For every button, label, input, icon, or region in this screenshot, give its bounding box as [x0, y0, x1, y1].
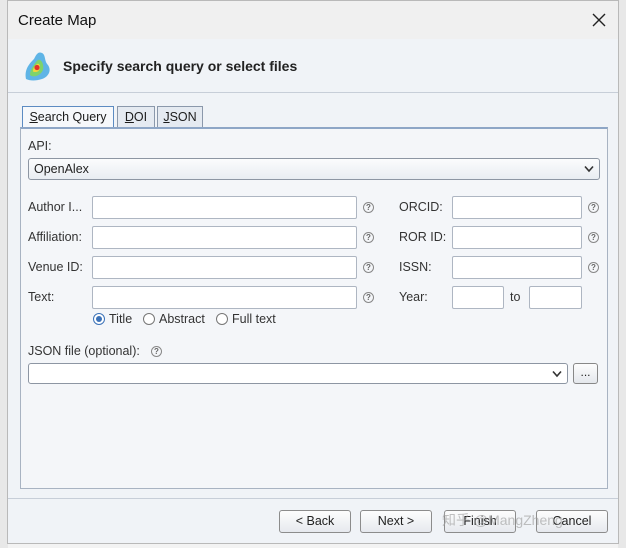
radio-abstract-label: Abstract [159, 312, 205, 326]
radio-title[interactable]: Title [93, 312, 132, 326]
chevron-down-icon [552, 370, 562, 378]
window-title: Create Map [18, 12, 97, 29]
venue-id-help-icon[interactable]: ? [363, 262, 374, 273]
tab-doi-label: OI [133, 110, 148, 124]
author-id-input[interactable] [92, 196, 357, 219]
author-id-help-icon[interactable]: ? [363, 202, 374, 213]
venue-id-label: Venue ID: [28, 260, 83, 274]
tab-search-query-mnemonic: S [29, 110, 38, 124]
desktop-background-right [618, 0, 626, 548]
radio-abstract-indicator [143, 313, 155, 325]
chevron-down-icon [584, 165, 594, 173]
tab-json-label: SON [169, 110, 197, 124]
tab-json[interactable]: JSON [157, 106, 203, 128]
orcid-input[interactable] [452, 196, 582, 219]
next-button[interactable]: Next > [360, 510, 432, 533]
affiliation-input[interactable] [92, 226, 357, 249]
year-to-input[interactable] [529, 286, 582, 309]
tab-doi-mnemonic: D [124, 110, 134, 124]
venue-id-input[interactable] [92, 256, 357, 279]
radio-title-label: Title [109, 312, 133, 326]
text-label: Text: [28, 290, 55, 304]
radio-title-indicator [93, 313, 105, 325]
app-logo-icon [25, 52, 50, 81]
close-button[interactable] [586, 7, 612, 33]
orcid-help-icon[interactable]: ? [588, 202, 599, 213]
tab-search-query-label: earch Query [37, 110, 107, 124]
text-input[interactable] [92, 286, 357, 309]
radio-abstract[interactable]: Abstract [143, 312, 205, 326]
header-divider [8, 92, 618, 93]
json-file-help-icon[interactable]: ? [151, 346, 162, 357]
cancel-button[interactable]: Cancel [536, 510, 608, 533]
json-file-select[interactable] [28, 363, 568, 384]
affiliation-help-icon[interactable]: ? [363, 232, 374, 243]
issn-label: ISSN: [399, 260, 432, 274]
header-title: Specify search query or select files [63, 58, 298, 74]
year-from-input[interactable] [452, 286, 504, 309]
dialog-header: Specify search query or select files [8, 39, 618, 93]
radio-full-text-label: Full text [232, 312, 276, 326]
year-to-label: to [510, 290, 521, 304]
footer-divider [8, 498, 618, 499]
text-help-icon[interactable]: ? [363, 292, 374, 303]
tab-doi[interactable]: DOI [117, 106, 155, 128]
ror-id-input[interactable] [452, 226, 582, 249]
api-select-value: OpenAlex [34, 162, 89, 176]
ror-id-label: ROR ID: [399, 230, 447, 244]
search-query-panel: API: OpenAlex Author I... ? Affiliation:… [20, 127, 608, 489]
author-id-label: Author I... [28, 200, 83, 214]
issn-input[interactable] [452, 256, 582, 279]
create-map-dialog: Create Map Specify search query or selec… [7, 0, 619, 544]
issn-help-icon[interactable]: ? [588, 262, 599, 273]
orcid-label: ORCID: [399, 200, 443, 214]
radio-full-text-indicator [216, 313, 228, 325]
title-bar: Create Map [8, 1, 618, 39]
api-select[interactable]: OpenAlex [28, 158, 600, 180]
radio-full-text[interactable]: Full text [216, 312, 276, 326]
tab-search-query[interactable]: Search Query [22, 106, 114, 129]
json-file-label: JSON file (optional): [28, 344, 140, 358]
api-label: API: [28, 139, 52, 153]
browse-button[interactable]: ... [573, 363, 598, 384]
close-icon [592, 13, 606, 27]
year-label: Year: [399, 290, 428, 304]
finish-button[interactable]: Finish [444, 510, 516, 533]
back-button[interactable]: < Back [279, 510, 351, 533]
affiliation-label: Affiliation: [28, 230, 82, 244]
ror-id-help-icon[interactable]: ? [588, 232, 599, 243]
